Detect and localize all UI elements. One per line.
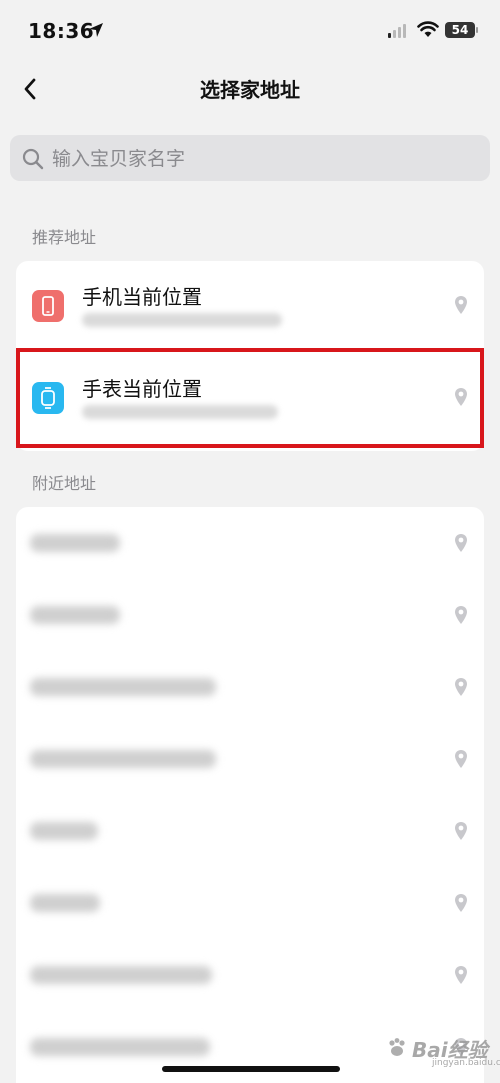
watermark: Bai经验 jingyan.baidu.com bbox=[386, 1030, 500, 1068]
blurred-address bbox=[82, 313, 282, 327]
blurred-address bbox=[30, 750, 216, 768]
location-pin-icon bbox=[455, 966, 467, 984]
location-pin-icon bbox=[455, 894, 467, 912]
location-pin-icon bbox=[455, 388, 467, 406]
list-item[interactable] bbox=[16, 723, 484, 795]
phone-icon bbox=[32, 290, 64, 322]
location-pin-icon bbox=[455, 822, 467, 840]
battery-cap bbox=[476, 27, 478, 33]
list-item[interactable] bbox=[16, 651, 484, 723]
watch-icon bbox=[32, 382, 64, 414]
blurred-address bbox=[82, 405, 278, 419]
cellular-signal-icon bbox=[388, 24, 406, 38]
nearby-card bbox=[16, 507, 484, 1083]
location-pin-icon bbox=[455, 296, 467, 314]
list-item[interactable] bbox=[16, 939, 484, 1011]
paw-logo-icon bbox=[389, 1038, 405, 1056]
navigation-bar: 选择家地址 bbox=[0, 64, 500, 114]
location-arrow-icon bbox=[89, 23, 103, 37]
blurred-address bbox=[30, 822, 98, 840]
search-input[interactable] bbox=[50, 135, 484, 183]
blurred-address bbox=[30, 894, 100, 912]
list-item-watch-location[interactable]: 手表当前位置 bbox=[16, 353, 484, 443]
location-pin-icon bbox=[455, 534, 467, 552]
section-label-recommended: 推荐地址 bbox=[32, 228, 97, 247]
status-bar: 18:36 54 bbox=[0, 0, 500, 60]
list-item[interactable] bbox=[16, 507, 484, 579]
blurred-address bbox=[30, 606, 120, 624]
list-item[interactable] bbox=[16, 867, 484, 939]
list-item-title: 手表当前位置 bbox=[82, 377, 202, 401]
blurred-address bbox=[30, 678, 216, 696]
blurred-address bbox=[30, 966, 212, 984]
page-title: 选择家地址 bbox=[200, 78, 300, 102]
section-label-nearby: 附近地址 bbox=[32, 474, 97, 493]
location-pin-icon bbox=[455, 606, 467, 624]
search-bar[interactable] bbox=[10, 135, 490, 183]
list-item[interactable] bbox=[16, 795, 484, 867]
list-item-phone-location[interactable]: 手机当前位置 bbox=[16, 261, 484, 351]
battery-indicator: 54 bbox=[445, 22, 475, 38]
list-item[interactable] bbox=[16, 579, 484, 651]
wifi-icon bbox=[417, 21, 439, 37]
list-item-title: 手机当前位置 bbox=[82, 285, 202, 309]
recommended-card: 手机当前位置 手表当前位置 bbox=[16, 261, 484, 451]
search-icon bbox=[22, 148, 44, 170]
blurred-address bbox=[30, 534, 120, 552]
status-time: 18:36 bbox=[28, 19, 95, 43]
home-indicator[interactable] bbox=[162, 1066, 340, 1072]
watermark-subtext: jingyan.baidu.com bbox=[432, 1058, 500, 1068]
location-pin-icon bbox=[455, 750, 467, 768]
blurred-address bbox=[30, 1038, 210, 1056]
location-pin-icon bbox=[455, 678, 467, 696]
